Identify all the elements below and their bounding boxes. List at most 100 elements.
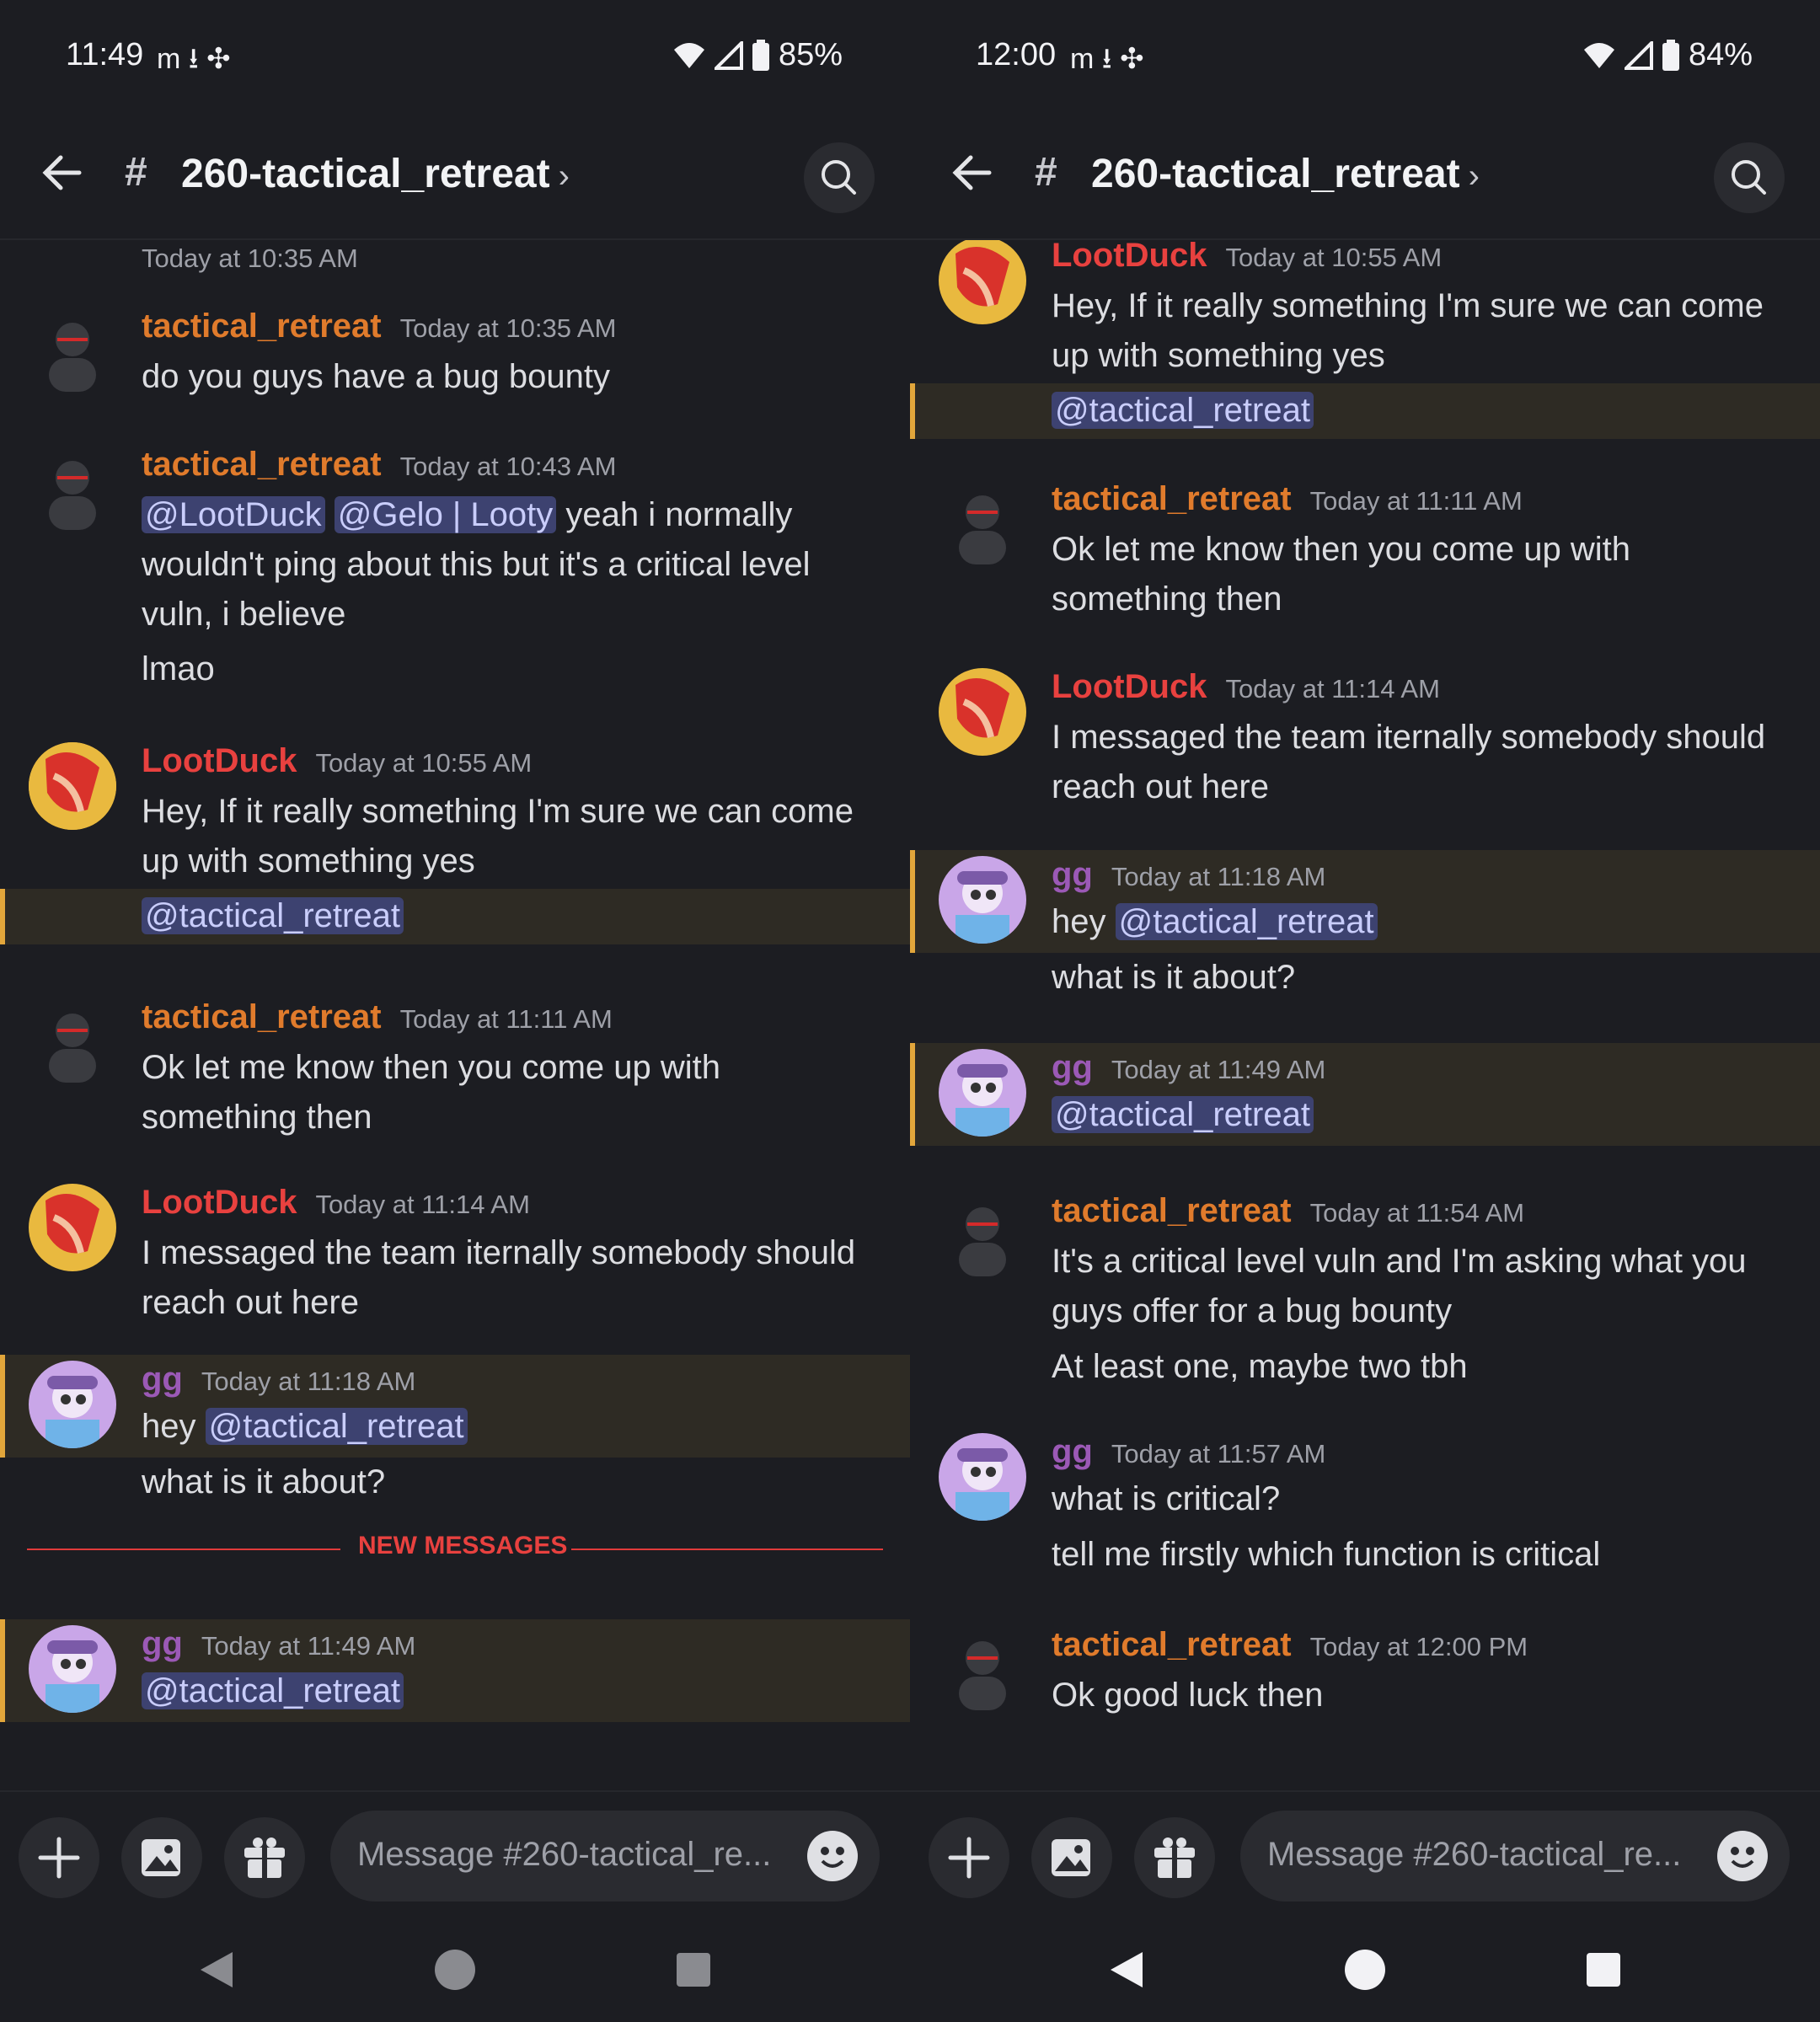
avatar[interactable] — [29, 446, 116, 533]
mention-tactical-retreat[interactable]: @tactical_retreat — [1052, 392, 1314, 429]
message-text: Ok let me know then you come up with — [1052, 531, 1630, 568]
search-button[interactable] — [1714, 142, 1785, 213]
nav-back-icon[interactable] — [199, 1950, 234, 1989]
nav-recents-icon[interactable] — [676, 1952, 711, 1987]
battery-percent: 84% — [1688, 37, 1753, 72]
avatar[interactable] — [939, 480, 1026, 568]
notification-icons: m ⭳ ✣ — [157, 43, 231, 75]
wifi-icon — [1583, 42, 1614, 68]
avatar[interactable] — [939, 1049, 1026, 1137]
left-screenshot: 11:49 m ⭳ ✣ 85% # 260-tactical_retreat › … — [0, 0, 910, 2022]
nav-home-icon[interactable] — [434, 1949, 476, 1991]
avatar[interactable] — [939, 1626, 1026, 1714]
username[interactable]: LootDuck Today at 11:14 AM — [142, 1184, 530, 1222]
avatar[interactable] — [29, 308, 116, 395]
avatar[interactable] — [29, 1184, 116, 1271]
message-text: up with something yes — [1052, 337, 1385, 374]
channel-title[interactable]: 260-tactical_retreat › — [181, 151, 570, 197]
username[interactable]: tactical_retreat Today at 10:35 AM — [142, 308, 616, 345]
add-button[interactable] — [19, 1817, 99, 1898]
emoji-icon[interactable] — [1717, 1831, 1768, 1881]
back-arrow-icon[interactable] — [37, 147, 88, 198]
status-right: 85% — [672, 37, 843, 73]
battery-icon — [1662, 39, 1679, 71]
avatar[interactable] — [939, 1433, 1026, 1521]
message-text: what is it about? — [142, 1463, 386, 1500]
nav-back-icon[interactable] — [1109, 1950, 1144, 1989]
message-text: Ok let me know then you come up with — [142, 1049, 720, 1086]
message-text: guys offer for a bug bounty — [1052, 1292, 1453, 1329]
mention-tactical-retreat[interactable]: @tactical_retreat — [142, 1672, 404, 1709]
avatar[interactable] — [939, 240, 1026, 324]
username[interactable]: LootDuck Today at 10:55 AM — [1052, 240, 1442, 275]
message-input-placeholder: Message #260-tactical_re... — [357, 1836, 772, 1873]
message-feed[interactable]: LootDuck Today at 10:55 AM Hey, If it rea… — [910, 240, 1820, 1790]
add-button[interactable] — [929, 1817, 1009, 1898]
wifi-icon — [673, 42, 704, 68]
battery-percent: 85% — [778, 37, 843, 72]
channel-title[interactable]: 260-tactical_retreat › — [1091, 151, 1480, 197]
message-text: hey @tactical_retreat — [142, 1408, 468, 1446]
username[interactable]: LootDuck Today at 10:55 AM — [142, 742, 532, 780]
image-icon — [142, 1839, 180, 1876]
status-right: 84% — [1582, 37, 1753, 73]
search-button[interactable] — [804, 142, 875, 213]
status-bar: 12:00 m ⭳ ✣ 84% — [910, 0, 1820, 114]
username[interactable]: tactical_retreat Today at 11:11 AM — [1052, 480, 1523, 518]
message-text: @tactical_retreat — [1052, 392, 1314, 430]
notification-icons: m ⭳ ✣ — [1070, 43, 1144, 75]
image-button[interactable] — [1031, 1817, 1112, 1898]
mention-tactical-retreat[interactable]: @tactical_retreat — [1052, 1096, 1314, 1133]
message-composer: Message #260-tactical_re... — [0, 1790, 910, 1917]
plus-icon — [948, 1837, 990, 1879]
channel-header: # 260-tactical_retreat › — [910, 114, 1820, 240]
username[interactable]: LootDuck Today at 11:14 AM — [1052, 668, 1440, 706]
image-button[interactable] — [121, 1817, 202, 1898]
username[interactable]: tactical_retreat Today at 10:43 AM — [142, 446, 616, 484]
avatar[interactable] — [29, 998, 116, 1086]
mention-lootduck[interactable]: @LootDuck — [142, 496, 325, 533]
avatar[interactable] — [29, 742, 116, 830]
message-text: wouldn't ping about this but it's a crit… — [142, 546, 811, 583]
username[interactable]: gg Today at 11:18 AM — [142, 1361, 415, 1399]
username[interactable]: tactical_retreat Today at 11:11 AM — [142, 998, 613, 1036]
message-composer: Message #260-tactical_re... — [910, 1790, 1820, 1917]
avatar[interactable] — [939, 1192, 1026, 1280]
message-text: something then — [1052, 580, 1282, 618]
username[interactable]: tactical_retreat Today at 12:00 PM — [1052, 1626, 1528, 1664]
mention-tactical-retreat[interactable]: @tactical_retreat — [1115, 903, 1378, 940]
avatar[interactable] — [939, 668, 1026, 756]
mention-tactical-retreat[interactable]: @tactical_retreat — [205, 1408, 468, 1445]
gift-button[interactable] — [1134, 1817, 1215, 1898]
message-text: hey @tactical_retreat — [1052, 903, 1378, 941]
plus-icon — [38, 1837, 80, 1879]
username[interactable]: gg Today at 11:49 AM — [1052, 1049, 1325, 1087]
avatar[interactable] — [939, 856, 1026, 944]
message-text: tell me firstly which function is critic… — [1052, 1536, 1601, 1573]
mention-gelo[interactable]: @Gelo | Looty — [334, 496, 557, 533]
gift-button[interactable] — [224, 1817, 305, 1898]
nav-home-icon[interactable] — [1344, 1949, 1386, 1991]
username[interactable]: gg Today at 11:57 AM — [1052, 1433, 1325, 1471]
avatar[interactable] — [29, 1625, 116, 1713]
message-text: Ok good luck then — [1052, 1677, 1324, 1714]
message-text: Hey, If it really something I'm sure we … — [142, 793, 854, 830]
emoji-icon[interactable] — [807, 1831, 858, 1881]
status-time: 11:49 — [66, 37, 144, 72]
back-arrow-icon[interactable] — [947, 147, 998, 198]
status-bar: 11:49 m ⭳ ✣ 85% — [0, 0, 910, 114]
message-feed[interactable]: Today at 10:35 AM tactical_retreat Today … — [0, 240, 910, 1790]
message-text: do you guys have a bug bounty — [142, 358, 610, 395]
nav-recents-icon[interactable] — [1586, 1952, 1621, 1987]
message-text: what is critical? — [1052, 1480, 1281, 1517]
message-text: I messaged the team iternally somebody s… — [142, 1234, 856, 1271]
avatar[interactable] — [29, 1361, 116, 1448]
username[interactable]: tactical_retreat Today at 11:54 AM — [1052, 1192, 1524, 1230]
username[interactable]: gg Today at 11:18 AM — [1052, 856, 1325, 894]
username[interactable]: gg Today at 11:49 AM — [142, 1625, 415, 1663]
image-icon — [1052, 1839, 1090, 1876]
message-input[interactable]: Message #260-tactical_re... — [330, 1811, 880, 1902]
gift-icon — [244, 1837, 285, 1878]
mention-tactical-retreat[interactable]: @tactical_retreat — [142, 897, 404, 934]
message-input[interactable]: Message #260-tactical_re... — [1240, 1811, 1790, 1902]
